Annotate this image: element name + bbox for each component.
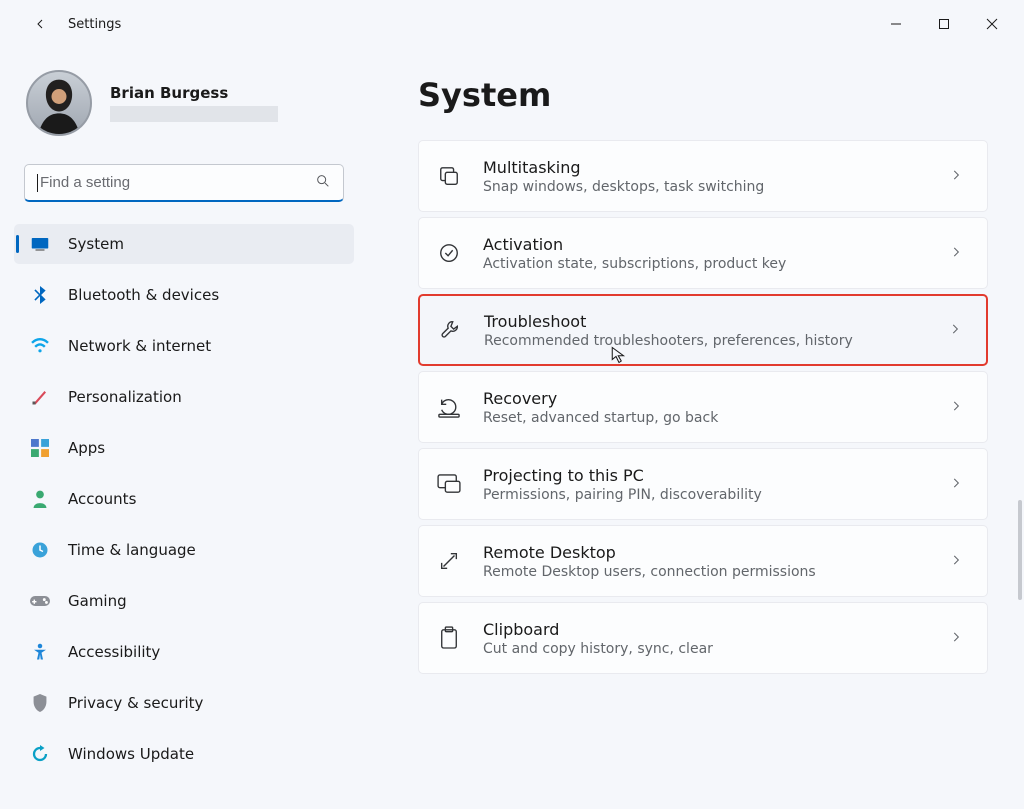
card-subtitle: Remote Desktop users, connection permiss… bbox=[483, 564, 949, 580]
card-subtitle: Activation state, subscriptions, product… bbox=[483, 256, 949, 272]
settings-card-multitasking[interactable]: Multitasking Snap windows, desktops, tas… bbox=[418, 140, 988, 212]
card-text: Activation Activation state, subscriptio… bbox=[483, 223, 949, 284]
settings-card-clipboard[interactable]: Clipboard Cut and copy history, sync, cl… bbox=[418, 602, 988, 674]
search-field[interactable] bbox=[38, 174, 315, 191]
card-subtitle: Reset, advanced startup, go back bbox=[483, 410, 949, 426]
card-title: Activation bbox=[483, 235, 949, 254]
chevron-right-icon bbox=[948, 321, 962, 340]
sidebar-item-apps[interactable]: Apps bbox=[14, 428, 354, 468]
card-title: Projecting to this PC bbox=[483, 466, 949, 485]
sidebar-item-label: Network & internet bbox=[68, 337, 211, 355]
chevron-right-icon bbox=[949, 167, 963, 186]
accessibility-icon bbox=[30, 642, 50, 662]
card-subtitle: Cut and copy history, sync, clear bbox=[483, 641, 949, 657]
close-button[interactable] bbox=[968, 8, 1016, 40]
clipboard-icon bbox=[437, 626, 461, 650]
sidebar-item-time-language[interactable]: Time & language bbox=[14, 530, 354, 570]
sidebar-item-label: Accounts bbox=[68, 490, 136, 508]
apps-icon bbox=[30, 438, 50, 458]
sidebar-item-label: Time & language bbox=[68, 541, 196, 559]
user-name: Brian Burgess bbox=[110, 84, 278, 102]
chevron-right-icon bbox=[949, 552, 963, 571]
person-icon bbox=[30, 489, 50, 509]
card-title: Remote Desktop bbox=[483, 543, 949, 562]
title-bar: Settings bbox=[0, 0, 1024, 48]
troubleshoot-icon bbox=[438, 318, 462, 342]
gamepad-icon bbox=[30, 591, 50, 611]
brush-icon bbox=[30, 387, 50, 407]
sidebar-item-label: Gaming bbox=[68, 592, 127, 610]
sidebar-item-label: System bbox=[68, 235, 124, 253]
card-text: Recovery Reset, advanced startup, go bac… bbox=[483, 377, 949, 438]
minimize-button[interactable] bbox=[872, 8, 920, 40]
search-input[interactable] bbox=[24, 164, 344, 202]
sidebar-item-bluetooth-devices[interactable]: Bluetooth & devices bbox=[14, 275, 354, 315]
settings-card-projecting-to-this-pc[interactable]: Projecting to this PC Permissions, pairi… bbox=[418, 448, 988, 520]
avatar bbox=[26, 70, 92, 136]
nav-list: System Bluetooth & devices Network & int… bbox=[10, 224, 358, 774]
card-text: Troubleshoot Recommended troubleshooters… bbox=[484, 300, 948, 361]
sidebar-item-label: Accessibility bbox=[68, 643, 160, 661]
sidebar-item-personalization[interactable]: Personalization bbox=[14, 377, 354, 417]
system-icon bbox=[30, 234, 50, 254]
sidebar-item-windows-update[interactable]: Windows Update bbox=[14, 734, 354, 774]
activation-icon bbox=[437, 241, 461, 265]
sidebar: Brian Burgess System Bluetooth & devices… bbox=[0, 48, 368, 809]
remote-icon bbox=[437, 549, 461, 573]
chevron-right-icon bbox=[949, 244, 963, 263]
card-title: Troubleshoot bbox=[484, 312, 948, 331]
card-text: Projecting to this PC Permissions, pairi… bbox=[483, 454, 949, 515]
maximize-button[interactable] bbox=[920, 8, 968, 40]
settings-card-remote-desktop[interactable]: Remote Desktop Remote Desktop users, con… bbox=[418, 525, 988, 597]
bluetooth-icon bbox=[30, 285, 50, 305]
app-title: Settings bbox=[68, 17, 121, 32]
settings-card-recovery[interactable]: Recovery Reset, advanced startup, go bac… bbox=[418, 371, 988, 443]
sidebar-item-label: Bluetooth & devices bbox=[68, 286, 219, 304]
recovery-icon bbox=[437, 395, 461, 419]
card-text: Remote Desktop Remote Desktop users, con… bbox=[483, 531, 949, 592]
main-panel: System Multitasking Snap windows, deskto… bbox=[368, 48, 1024, 809]
sidebar-item-accounts[interactable]: Accounts bbox=[14, 479, 354, 519]
sidebar-item-network-internet[interactable]: Network & internet bbox=[14, 326, 354, 366]
wifi-icon bbox=[30, 336, 50, 356]
window-controls bbox=[872, 8, 1016, 40]
settings-card-list: Multitasking Snap windows, desktops, tas… bbox=[418, 140, 994, 684]
user-block[interactable]: Brian Burgess bbox=[10, 48, 358, 154]
chevron-right-icon bbox=[949, 475, 963, 494]
sidebar-item-system[interactable]: System bbox=[14, 224, 354, 264]
multitasking-icon bbox=[437, 164, 461, 188]
update-icon bbox=[30, 744, 50, 764]
sidebar-item-label: Personalization bbox=[68, 388, 182, 406]
time-icon bbox=[30, 540, 50, 560]
user-email-redacted bbox=[110, 106, 278, 122]
card-title: Recovery bbox=[483, 389, 949, 408]
sidebar-item-gaming[interactable]: Gaming bbox=[14, 581, 354, 621]
page-title: System bbox=[418, 76, 994, 114]
chevron-right-icon bbox=[949, 629, 963, 648]
sidebar-item-label: Apps bbox=[68, 439, 105, 457]
card-subtitle: Recommended troubleshooters, preferences… bbox=[484, 333, 948, 349]
card-text: Clipboard Cut and copy history, sync, cl… bbox=[483, 608, 949, 669]
settings-card-troubleshoot[interactable]: Troubleshoot Recommended troubleshooters… bbox=[418, 294, 988, 366]
back-button[interactable] bbox=[24, 8, 56, 40]
search-icon bbox=[315, 173, 331, 193]
card-subtitle: Snap windows, desktops, task switching bbox=[483, 179, 949, 195]
card-subtitle: Permissions, pairing PIN, discoverabilit… bbox=[483, 487, 949, 503]
card-title: Multitasking bbox=[483, 158, 949, 177]
sidebar-item-accessibility[interactable]: Accessibility bbox=[14, 632, 354, 672]
card-text: Multitasking Snap windows, desktops, tas… bbox=[483, 146, 949, 207]
sidebar-item-label: Privacy & security bbox=[68, 694, 203, 712]
chevron-right-icon bbox=[949, 398, 963, 417]
projecting-icon bbox=[437, 472, 461, 496]
sidebar-item-privacy-security[interactable]: Privacy & security bbox=[14, 683, 354, 723]
settings-card-activation[interactable]: Activation Activation state, subscriptio… bbox=[418, 217, 988, 289]
shield-icon bbox=[30, 693, 50, 713]
card-title: Clipboard bbox=[483, 620, 949, 639]
scrollbar[interactable] bbox=[1018, 500, 1022, 600]
sidebar-item-label: Windows Update bbox=[68, 745, 194, 763]
